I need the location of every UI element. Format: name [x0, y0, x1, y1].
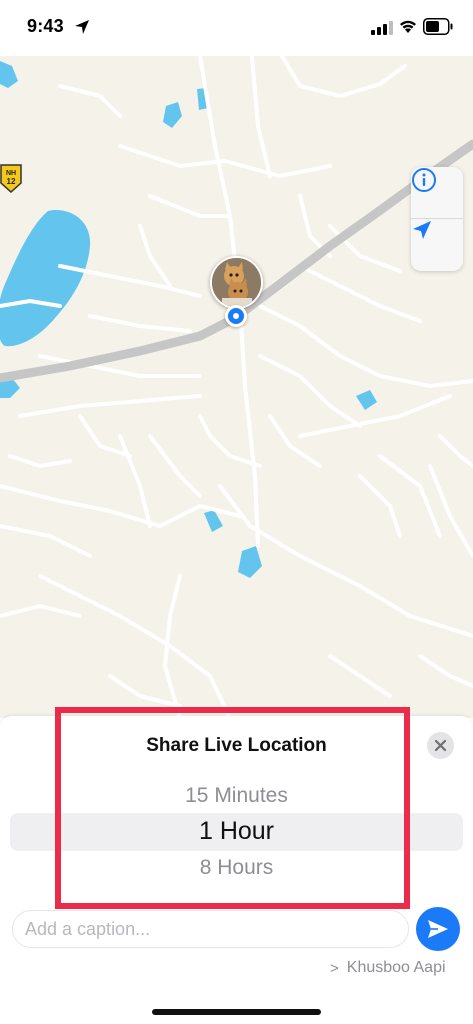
highway-shield-line2: 12: [7, 177, 16, 186]
highway-shield-icon: NH 12: [0, 164, 22, 193]
picker-option-1-hour[interactable]: 1 Hour: [0, 817, 473, 846]
current-location-button[interactable]: [411, 219, 463, 271]
location-arrow-icon: [75, 20, 89, 34]
picker-option-15-minutes[interactable]: 15 Minutes: [0, 784, 473, 808]
map-view[interactable]: NH 12: [0, 56, 473, 718]
current-location-dot: [225, 305, 247, 327]
caption-input[interactable]: [12, 910, 409, 948]
map-canvas: [0, 56, 473, 718]
location-arrow-icon: [413, 221, 431, 239]
avatar[interactable]: [210, 256, 263, 309]
chevron-right-icon: >: [330, 959, 339, 977]
cellular-signal-icon: [371, 21, 393, 35]
status-bar: 9:43: [0, 0, 473, 56]
info-icon: [412, 168, 436, 192]
recipient-row[interactable]: > Khusboo Aapi: [330, 958, 446, 978]
picker-option-8-hours[interactable]: 8 Hours: [0, 856, 473, 880]
close-button[interactable]: [427, 732, 454, 759]
send-button[interactable]: [416, 907, 460, 951]
highway-shield-line1: NH: [6, 170, 16, 177]
send-icon: [428, 920, 448, 938]
status-time: 9:43: [27, 16, 64, 36]
avatar-image: [212, 258, 261, 307]
recipient-name: Khusboo Aapi: [346, 959, 446, 976]
info-button[interactable]: [411, 167, 463, 218]
close-icon: [434, 739, 447, 752]
home-indicator: [152, 1009, 321, 1015]
map-controls: [411, 167, 463, 271]
battery-icon: [423, 18, 453, 35]
wifi-icon: [400, 20, 416, 33]
sheet-title: Share Live Location: [146, 735, 327, 756]
